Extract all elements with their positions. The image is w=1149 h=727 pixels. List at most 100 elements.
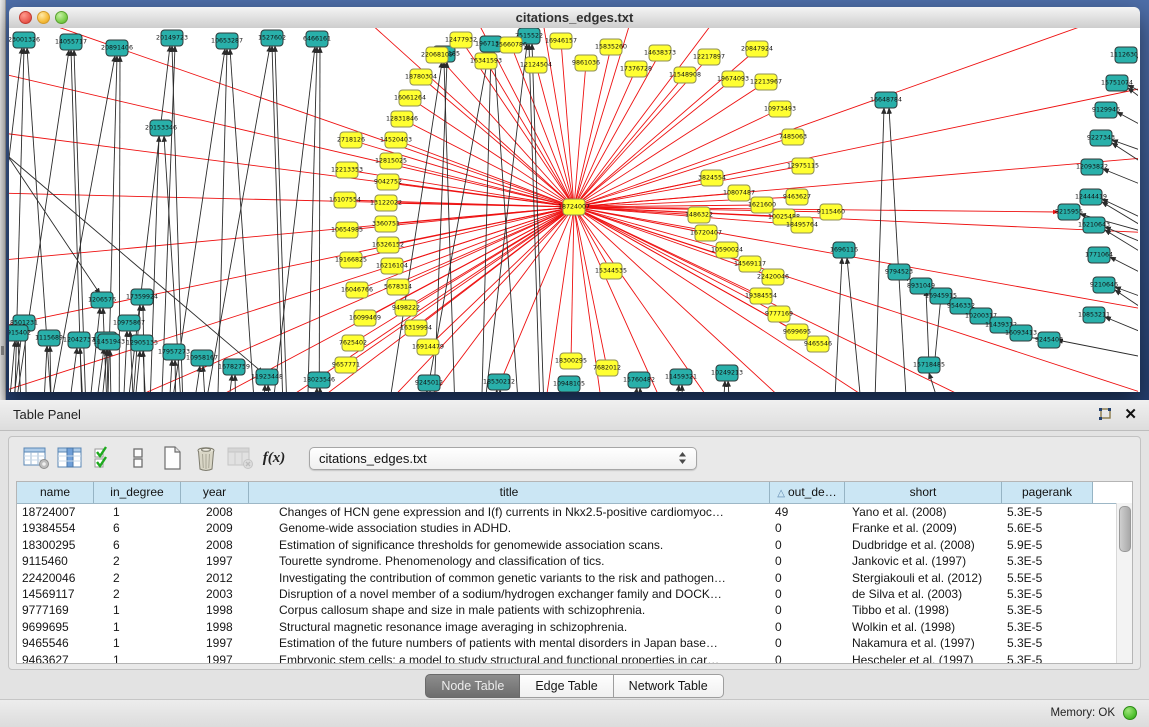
graph-node[interactable]: 9794523 xyxy=(885,264,913,280)
graph-node[interactable]: 10853211 xyxy=(1078,307,1110,323)
graph-node[interactable]: 8215955 xyxy=(1055,204,1083,220)
table-selector-dropdown[interactable]: citations_edges.txt xyxy=(309,447,697,470)
collapsed-side-panel[interactable] xyxy=(0,0,6,400)
table-row[interactable]: 946362711997Embryonic stem cells: a mode… xyxy=(17,652,1132,664)
graph-node[interactable]: 12093822 xyxy=(1076,159,1108,175)
table-cell[interactable]: 2003 xyxy=(181,586,249,602)
graph-node[interactable]: 1621600 xyxy=(748,197,776,213)
table-cell[interactable]: 5.3E-5 xyxy=(1002,602,1093,618)
function-builder-icon[interactable]: f(x) xyxy=(259,444,289,472)
table-cell[interactable]: Investigating the contribution of common… xyxy=(249,570,770,586)
table-cell[interactable]: 2 xyxy=(94,553,181,569)
table-row[interactable]: 1872400712008Changes of HCN gene express… xyxy=(17,504,1132,520)
table-cell[interactable]: 0 xyxy=(770,553,845,569)
graph-node[interactable]: 16782759 xyxy=(218,359,250,375)
table-cell[interactable]: Hescheler et al. (1997) xyxy=(845,652,1002,664)
graph-node[interactable]: 16341593 xyxy=(470,53,502,69)
graph-node[interactable]: 18724007 xyxy=(558,199,590,215)
table-cell[interactable]: Franke et al. (2009) xyxy=(845,520,1002,536)
graph-node[interactable]: 18300295 xyxy=(555,353,587,369)
graph-node[interactable]: 9227343 xyxy=(1087,130,1115,146)
table-cell[interactable]: 1 xyxy=(94,652,181,664)
graph-node[interactable]: 15835260 xyxy=(595,39,627,55)
graph-node[interactable]: 3915402 xyxy=(9,325,31,341)
column-header-name[interactable]: name xyxy=(17,482,94,503)
graph-node[interactable]: 9245406 xyxy=(1035,332,1063,348)
graph-node[interactable]: 9042752 xyxy=(374,174,402,190)
table-cell[interactable]: 5.3E-5 xyxy=(1002,553,1093,569)
table-cell[interactable]: 2 xyxy=(94,586,181,602)
graph-node[interactable]: 14055717 xyxy=(55,34,87,50)
graph-node[interactable]: 7485063 xyxy=(779,129,807,145)
table-row[interactable]: 1938455462009Genome-wide association stu… xyxy=(17,520,1132,536)
graph-node[interactable]: 18023546 xyxy=(303,372,335,388)
table-settings-icon[interactable] xyxy=(21,444,51,472)
graph-node[interactable]: 19674093 xyxy=(717,71,749,87)
table-cell[interactable]: Disruption of a novel member of a sodium… xyxy=(249,586,770,602)
table-cell[interactable]: 2008 xyxy=(181,537,249,553)
graph-node[interactable]: 9861036 xyxy=(572,55,600,71)
table-cell[interactable]: 49 xyxy=(770,504,845,520)
graph-node[interactable]: 10958167 xyxy=(186,350,218,366)
table-cell[interactable]: 1 xyxy=(94,602,181,618)
table-cell[interactable]: 2 xyxy=(94,570,181,586)
graph-node[interactable]: 15751074 xyxy=(1101,75,1133,91)
table-cell[interactable]: 1997 xyxy=(181,652,249,664)
graph-node[interactable]: 15760482 xyxy=(623,372,655,388)
graph-node[interactable]: 16093413 xyxy=(1005,325,1037,341)
graph-node[interactable]: 11923448 xyxy=(251,369,283,385)
table-cell[interactable]: Stergiakouli et al. (2012) xyxy=(845,570,1002,586)
table-cell[interactable]: 1997 xyxy=(181,553,249,569)
table-cell[interactable]: 5.3E-5 xyxy=(1002,619,1093,635)
table-cell[interactable]: 5.9E-5 xyxy=(1002,537,1093,553)
graph-node[interactable]: 6466161 xyxy=(303,31,331,47)
table-cell[interactable]: Structural magnetic resonance image aver… xyxy=(249,619,770,635)
table-cell[interactable]: 18724007 xyxy=(17,504,94,520)
table-cell[interactable]: Changes of HCN gene expression and I(f) … xyxy=(249,504,770,520)
close-button[interactable] xyxy=(19,11,32,24)
table-cell[interactable]: 0 xyxy=(770,520,845,536)
table-cell[interactable]: 1997 xyxy=(181,635,249,651)
column-header-short[interactable]: short xyxy=(845,482,1002,503)
graph-node[interactable]: 16099469 xyxy=(349,310,381,326)
graph-node[interactable]: 20149723 xyxy=(156,30,188,46)
table-cell[interactable]: 9463627 xyxy=(17,652,94,664)
table-cell[interactable]: 22420046 xyxy=(17,570,94,586)
table-cell[interactable]: 2008 xyxy=(181,504,249,520)
table-cell[interactable]: 2012 xyxy=(181,570,249,586)
graph-node[interactable]: 11126304 xyxy=(1110,47,1138,63)
table-cell[interactable]: Tibbo et al. (1998) xyxy=(845,602,1002,618)
table-cell[interactable]: Wolkin et al. (1998) xyxy=(845,619,1002,635)
graph-node[interactable]: 20153346 xyxy=(145,120,177,136)
table-cell[interactable]: 5.3E-5 xyxy=(1002,652,1093,664)
table-row[interactable]: 969969511998Structural magnetic resonanc… xyxy=(17,619,1132,635)
column-header-out_de[interactable]: △out_de… xyxy=(770,482,845,503)
table-cell[interactable]: de Silva et al. (2003) xyxy=(845,586,1002,602)
column-header-year[interactable]: year xyxy=(181,482,249,503)
table-cell[interactable]: 1998 xyxy=(181,602,249,618)
table-cell[interactable]: 9699695 xyxy=(17,619,94,635)
table-cell[interactable]: 19384554 xyxy=(17,520,94,536)
graph-node[interactable]: 10590024 xyxy=(711,242,743,258)
table-cell[interactable]: Dudbridge et al. (2008) xyxy=(845,537,1002,553)
graph-node[interactable]: 12477932 xyxy=(445,32,477,48)
close-panel-icon[interactable]: ✕ xyxy=(1124,405,1137,423)
delete-trash-icon[interactable] xyxy=(191,444,221,472)
graph-node[interactable]: 9657771 xyxy=(332,357,360,373)
graph-node[interactable]: 2718126 xyxy=(337,132,365,148)
graph-node[interactable]: 9245012 xyxy=(415,375,443,391)
graph-node[interactable]: 18530212 xyxy=(483,374,515,390)
graph-node[interactable]: 19384554 xyxy=(745,288,777,304)
graph-node[interactable]: 9210646 xyxy=(1090,277,1118,293)
graph-node[interactable]: 14638373 xyxy=(644,45,676,61)
graph-node[interactable]: 22420046 xyxy=(757,269,789,285)
graph-node[interactable]: 20891406 xyxy=(101,40,133,56)
tab-network-table[interactable]: Network Table xyxy=(614,674,724,698)
graph-node[interactable]: 16319994 xyxy=(400,320,432,336)
graph-node[interactable]: 9465546 xyxy=(804,336,832,352)
graph-node[interactable]: 1486322 xyxy=(685,207,713,223)
table-cell[interactable]: 9115460 xyxy=(17,553,94,569)
table-cell[interactable]: 9777169 xyxy=(17,602,94,618)
graph-node[interactable]: 9498222 xyxy=(392,300,420,316)
table-cell[interactable]: Embryonic stem cells: a model to study s… xyxy=(249,652,770,664)
